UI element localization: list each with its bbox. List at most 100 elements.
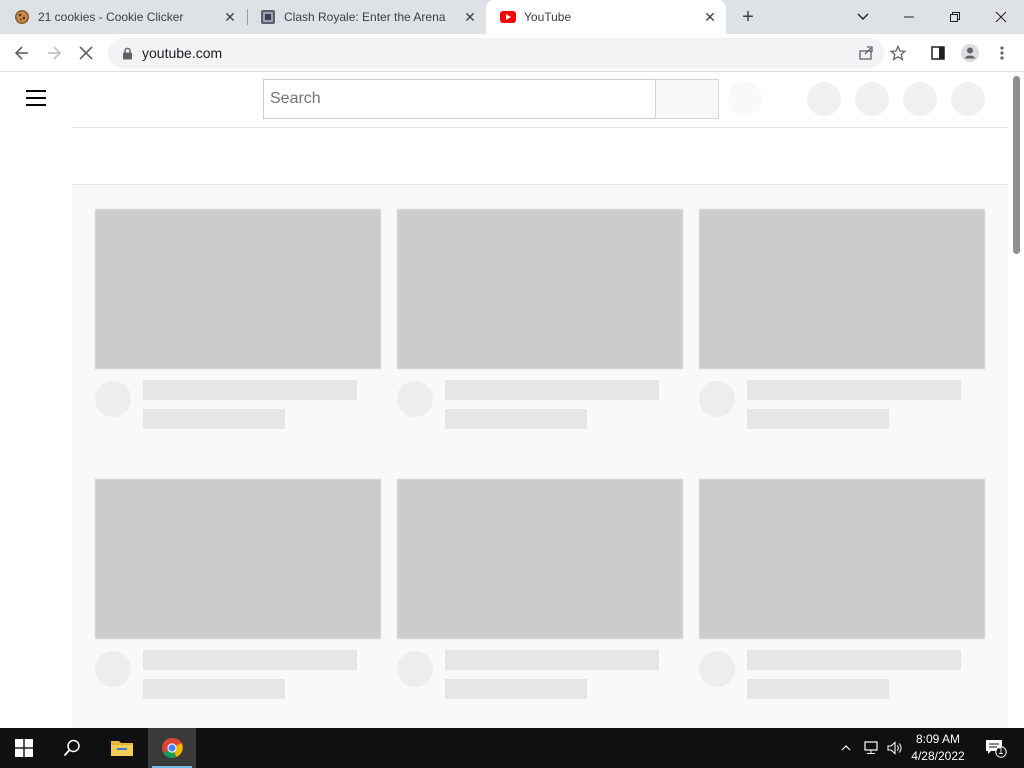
chevron-up-icon — [841, 745, 851, 751]
url-text: youtube.com — [142, 45, 223, 61]
address-bar[interactable]: youtube.com — [108, 38, 884, 68]
new-tab-button[interactable]: + — [736, 5, 760, 29]
action-center-button[interactable]: 1 — [980, 728, 1012, 768]
voice-search-placeholder — [728, 82, 762, 116]
header-icon-placeholder — [855, 82, 889, 116]
channel-avatar-placeholder — [397, 651, 433, 687]
video-card-placeholder[interactable] — [95, 209, 381, 429]
tab-clash-royale[interactable]: Clash Royale: Enter the Arena ✕ — [246, 0, 486, 34]
clock-time: 8:09 AM — [915, 732, 961, 746]
folder-icon — [111, 741, 133, 756]
close-tab-icon[interactable]: ✕ — [460, 7, 480, 27]
title-placeholder — [747, 650, 961, 670]
minimize-button[interactable] — [886, 0, 932, 34]
back-button[interactable] — [8, 39, 36, 67]
share-icon — [859, 46, 873, 60]
tab-youtube[interactable]: YouTube ✕ — [486, 0, 726, 34]
header-icon-placeholder — [807, 82, 841, 116]
video-card-placeholder[interactable] — [397, 479, 683, 699]
file-explorer-button[interactable] — [98, 728, 146, 768]
thumbnail-placeholder — [699, 209, 985, 369]
forward-button[interactable] — [40, 39, 68, 67]
video-card-placeholder[interactable] — [699, 479, 985, 699]
windows-logo-icon — [15, 739, 33, 757]
star-icon — [890, 45, 906, 61]
tab-title: 21 cookies - Cookie Clicker — [38, 10, 184, 24]
profile-icon — [961, 44, 979, 62]
profile-button[interactable] — [956, 39, 984, 67]
search-button[interactable] — [655, 79, 719, 119]
stop-loading-button[interactable] — [72, 39, 100, 67]
thumbnail-placeholder — [95, 479, 381, 639]
channel-avatar-placeholder — [699, 651, 735, 687]
windows-taskbar: 8:09 AM 4/28/2022 1 — [0, 728, 1024, 768]
close-tab-icon[interactable]: ✕ — [700, 7, 720, 27]
meta-placeholder — [143, 409, 285, 429]
clock[interactable]: 8:09 AM 4/28/2022 — [900, 731, 976, 765]
thumbnail-placeholder — [699, 479, 985, 639]
video-feed — [72, 185, 1008, 728]
side-panel-button[interactable] — [924, 39, 952, 67]
search-icon — [63, 739, 80, 757]
chrome-taskbar-button[interactable] — [148, 728, 196, 768]
meta-placeholder — [747, 409, 889, 429]
chip-bar-placeholder — [72, 127, 1008, 185]
bookmark-button[interactable] — [884, 39, 912, 67]
tab-title: YouTube — [524, 10, 572, 24]
guide-menu-icon[interactable] — [26, 90, 46, 106]
more-vert-icon — [1000, 46, 1004, 60]
minimize-icon — [904, 16, 914, 18]
restore-icon — [950, 12, 960, 22]
video-card-placeholder[interactable] — [95, 479, 381, 699]
close-icon — [79, 46, 93, 60]
clock-date: 4/28/2022 — [911, 749, 965, 763]
network-button[interactable] — [860, 728, 882, 768]
tab-title: Clash Royale: Enter the Arena — [284, 10, 446, 24]
channel-avatar-placeholder — [699, 381, 735, 417]
search-placeholder: Search — [270, 90, 321, 107]
video-card-placeholder[interactable] — [699, 209, 985, 429]
chrome-icon — [162, 737, 183, 758]
title-placeholder — [143, 650, 357, 670]
video-card-placeholder[interactable] — [397, 209, 683, 429]
menu-button[interactable] — [988, 39, 1016, 67]
meta-placeholder — [143, 679, 285, 699]
game-icon — [260, 9, 276, 25]
channel-avatar-placeholder — [95, 651, 131, 687]
browser-toolbar: youtube.com — [0, 34, 1024, 72]
scrollbar-thumb[interactable] — [1013, 76, 1020, 254]
channel-avatar-placeholder — [95, 381, 131, 417]
lock-icon[interactable] — [120, 46, 134, 60]
show-hidden-icons-button[interactable] — [836, 728, 856, 768]
start-button[interactable] — [0, 728, 48, 768]
youtube-icon — [500, 9, 516, 25]
tab-cookie-clicker[interactable]: 21 cookies - Cookie Clicker ✕ — [0, 0, 246, 34]
channel-avatar-placeholder — [397, 381, 433, 417]
title-placeholder — [143, 380, 357, 400]
search-button[interactable] — [48, 728, 96, 768]
close-window-button[interactable] — [978, 0, 1024, 34]
title-placeholder — [445, 650, 659, 670]
thumbnail-placeholder — [95, 209, 381, 369]
close-icon — [995, 11, 1007, 23]
tab-search-button[interactable] — [840, 0, 886, 34]
thumbnail-placeholder — [397, 479, 683, 639]
tab-strip: 21 cookies - Cookie Clicker ✕ Clash Roya… — [0, 0, 1024, 34]
youtube-page: Search — [0, 72, 1024, 728]
notification-badge: 1 — [998, 746, 1004, 757]
network-icon — [864, 741, 878, 754]
search-input[interactable]: Search — [263, 79, 656, 119]
arrow-right-icon — [48, 46, 62, 60]
meta-placeholder — [747, 679, 889, 699]
title-placeholder — [445, 380, 659, 400]
side-panel-icon — [931, 46, 945, 60]
chevron-down-icon — [857, 13, 869, 20]
share-button[interactable] — [852, 39, 880, 67]
restore-button[interactable] — [932, 0, 978, 34]
header-icon-placeholder — [903, 82, 937, 116]
meta-placeholder — [445, 409, 587, 429]
thumbnail-placeholder — [397, 209, 683, 369]
cookie-icon — [14, 9, 30, 25]
arrow-left-icon — [14, 46, 28, 60]
close-tab-icon[interactable]: ✕ — [220, 7, 240, 27]
